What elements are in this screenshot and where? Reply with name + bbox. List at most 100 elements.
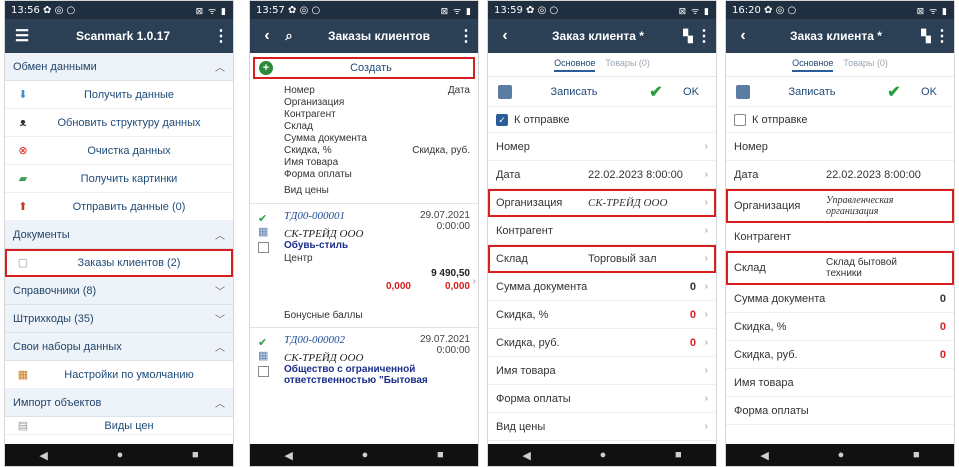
field-date[interactable]: Дата 22.02.2023 8:00:00 <box>726 161 954 189</box>
attach-icon[interactable]: ▚ <box>918 29 934 43</box>
field-goods-name[interactable]: Имя товара › <box>488 357 716 385</box>
section-data-exchange[interactable]: Обмен данными ︿ <box>5 53 233 81</box>
status-icons: ✿ ◎ ○ <box>43 4 76 16</box>
menu-item-get-pictures[interactable]: ▰ Получить картинки <box>5 165 233 193</box>
header-field: Контрагент <box>284 109 336 120</box>
status-icons: ✿ ◎ ○ <box>764 4 797 16</box>
order-store: Центр <box>284 253 313 264</box>
menu-item-client-orders[interactable]: ▢ Заказы клиентов (2) <box>5 249 233 277</box>
section-documents[interactable]: Документы ︿ <box>5 221 233 249</box>
home-icon[interactable]: ● <box>362 449 369 461</box>
field-organization[interactable]: Организация СК-ТРЕЙД ООО › <box>488 189 716 217</box>
field-store[interactable]: Склад Склад бытовой техники <box>726 251 954 285</box>
field-price-type[interactable]: Вид цены › <box>488 413 716 441</box>
status-time: 13:56 <box>11 4 40 16</box>
chevron-right-icon: › <box>704 365 708 376</box>
field-value: 0 <box>689 308 696 321</box>
menu-item-update-structure[interactable]: ᴥ Обновить структуру данных <box>5 109 233 137</box>
send-checkbox-row[interactable]: ✓ К отправке <box>488 107 716 133</box>
field-discount-rub[interactable]: Скидка, руб. 0 <box>726 341 954 369</box>
back-icon[interactable]: ◀ <box>760 449 768 462</box>
field-discount-pct[interactable]: Скидка, % 0 › <box>488 301 716 329</box>
back-arrow-icon[interactable]: ‹ <box>256 27 278 45</box>
tab-main[interactable]: Основное <box>554 58 596 72</box>
header-field: Номер <box>284 85 315 96</box>
save-button[interactable]: Записать <box>512 86 636 98</box>
home-icon[interactable]: ● <box>838 449 845 461</box>
back-icon[interactable]: ◀ <box>39 449 47 462</box>
back-icon[interactable]: ◀ <box>284 449 292 462</box>
ok-button[interactable]: OK <box>914 86 944 98</box>
field-value: Склад бытовой техники <box>826 257 946 279</box>
app-bar: ‹ Заказ клиента * ▚ ⋮ <box>488 19 716 53</box>
status-right-icons: ⊠ ᯤ ▮ <box>678 6 710 17</box>
field-payment-form[interactable]: Форма оплаты <box>726 397 954 425</box>
header-field: Скидка, % <box>284 145 332 156</box>
field-discount-rub[interactable]: Скидка, руб. 0 › <box>488 329 716 357</box>
attach-icon[interactable]: ▚ <box>680 29 696 43</box>
field-number[interactable]: Номер <box>726 133 954 161</box>
more-vert-icon[interactable]: ⋮ <box>458 26 474 46</box>
select-checkbox[interactable] <box>258 242 269 253</box>
home-icon[interactable]: ● <box>117 449 124 461</box>
select-checkbox[interactable] <box>258 366 269 377</box>
order-date-day: 29.07.2021 <box>419 210 470 221</box>
field-discount-pct[interactable]: Скидка, % 0 <box>726 313 954 341</box>
menu-item-clear-data[interactable]: ⊗ Очистка данных <box>5 137 233 165</box>
recents-icon[interactable]: ■ <box>437 449 444 461</box>
action-row: Записать ✔ OK <box>726 77 954 107</box>
checkmark-icon[interactable]: ✔ <box>636 82 676 102</box>
tab-main[interactable]: Основное <box>792 58 834 72</box>
back-icon[interactable]: ◀ <box>522 449 530 462</box>
status-bar: 13:57 ✿ ◎ ○ ⊠ ᯤ ▮ <box>250 1 478 19</box>
send-checkbox[interactable] <box>734 113 746 126</box>
ok-button[interactable]: OK <box>676 86 706 98</box>
menu-item-price-types[interactable]: ▤ Виды цен <box>5 417 233 435</box>
send-checkbox-row[interactable]: К отправке <box>726 107 954 133</box>
back-arrow-icon[interactable]: ‹ <box>494 27 516 45</box>
more-vert-icon[interactable]: ⋮ <box>213 26 229 46</box>
field-payment-form[interactable]: Форма оплаты › <box>488 385 716 413</box>
order-row[interactable]: ✔ ▦ 29.07.2021 0:00:00 ТД00-000002 СК-ТРЕЙ… <box>250 328 478 392</box>
recents-icon[interactable]: ■ <box>913 449 920 461</box>
recents-icon[interactable]: ■ <box>675 449 682 461</box>
field-label: Номер <box>734 140 768 153</box>
section-barcodes[interactable]: Штрихкоды (35) ﹀ <box>5 305 233 333</box>
field-date[interactable]: Дата 22.02.2023 8:00:00 › <box>488 161 716 189</box>
section-title: Импорт объектов <box>13 396 102 409</box>
system-nav-bar: ◀ ● ■ <box>488 444 716 466</box>
tab-goods[interactable]: Товары (0) <box>843 58 887 72</box>
field-store[interactable]: Склад Торговый зал › <box>488 245 716 273</box>
home-icon[interactable]: ● <box>600 449 607 461</box>
field-organization[interactable]: Организация Управленческая организация <box>726 189 954 223</box>
recents-icon[interactable]: ■ <box>192 449 199 461</box>
hamburger-menu-icon[interactable]: ☰ <box>11 26 33 46</box>
field-value: 0 <box>939 292 946 305</box>
menu-item-send-data[interactable]: ⬆ Отправить данные (0) <box>5 193 233 221</box>
field-counterparty[interactable]: Контрагент › <box>488 217 716 245</box>
save-button[interactable]: Записать <box>750 86 874 98</box>
order-row[interactable]: ✔ ▦ 29.07.2021 0:00:00 ТД00-000001 СК-ТРЕЙ… <box>250 204 478 328</box>
section-references[interactable]: Справочники (8) ﹀ <box>5 277 233 305</box>
upload-icon: ⬆ <box>18 201 28 213</box>
section-custom-datasets[interactable]: Свои наборы данных ︿ <box>5 333 233 361</box>
tab-goods[interactable]: Товары (0) <box>605 58 649 72</box>
field-number[interactable]: Номер › <box>488 133 716 161</box>
field-counterparty[interactable]: Контрагент <box>726 223 954 251</box>
send-checkbox[interactable]: ✓ <box>496 113 508 126</box>
back-arrow-icon[interactable]: ‹ <box>732 27 754 45</box>
checkmark-icon[interactable]: ✔ <box>874 82 914 102</box>
menu-item-default-settings[interactable]: ▦ Настройки по умолчанию <box>5 361 233 389</box>
field-doc-sum[interactable]: Сумма документа 0 <box>726 285 954 313</box>
search-icon[interactable]: ⌕ <box>278 28 300 44</box>
save-icon[interactable] <box>498 84 512 99</box>
section-import-objects[interactable]: Импорт объектов ︿ <box>5 389 233 417</box>
screenshot-collage: 13:56 ✿ ◎ ○ ⊠ ᯤ ▮ ☰ Scanmark 1.0.17 ⋮ Об… <box>0 0 959 467</box>
field-goods-name[interactable]: Имя товара <box>726 369 954 397</box>
save-icon[interactable] <box>736 84 750 99</box>
more-vert-icon[interactable]: ⋮ <box>696 26 712 46</box>
field-doc-sum[interactable]: Сумма документа 0 › <box>488 273 716 301</box>
menu-item-get-data[interactable]: ⬇ Получить данные <box>5 81 233 109</box>
create-order-button[interactable]: + Создать <box>253 57 475 79</box>
more-vert-icon[interactable]: ⋮ <box>934 26 950 46</box>
